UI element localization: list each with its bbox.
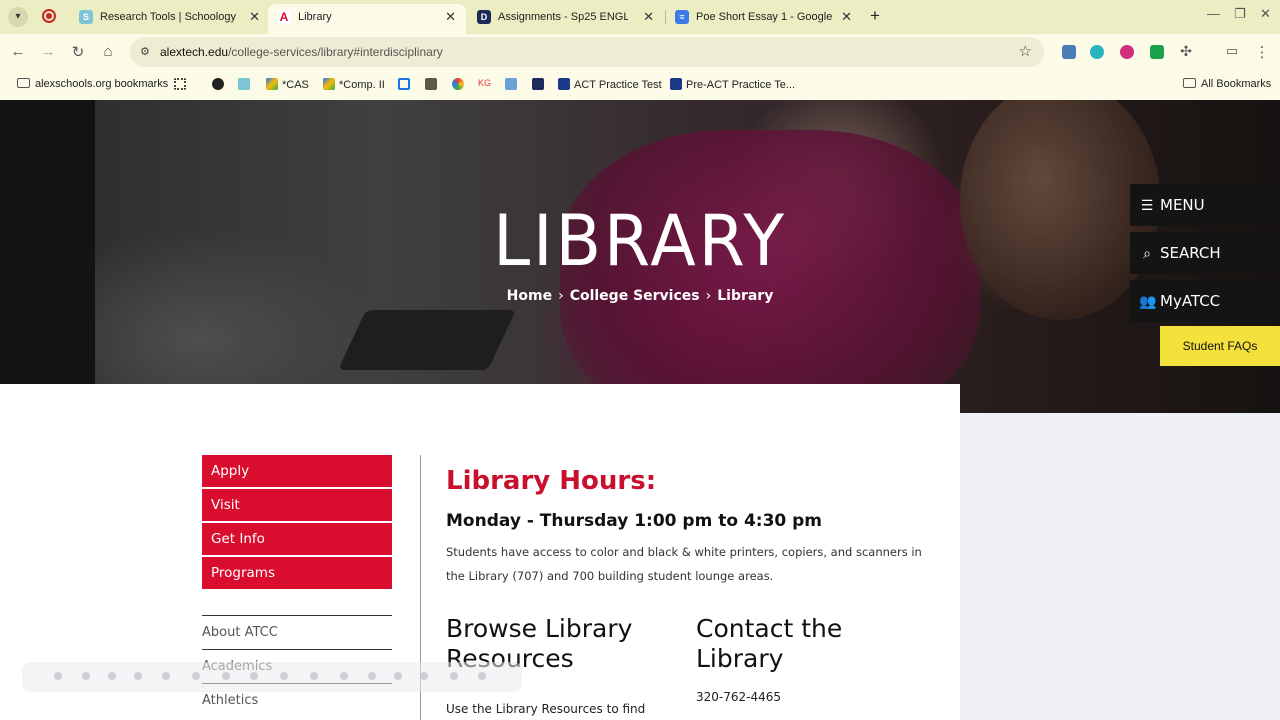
extensions-puzzle-icon[interactable]: ✣ <box>1176 43 1196 60</box>
page-title: LIBRARY <box>493 200 787 282</box>
tab-library[interactable]: A Library ✕ <box>268 4 466 34</box>
url-host: alextech.edu <box>160 45 229 59</box>
nav-about-atcc[interactable]: About ATCC <box>202 615 392 649</box>
extension-screencast-icon[interactable] <box>1120 45 1134 59</box>
browser-tab-bar: ▾ S Research Tools | Schoology ✕ A Libra… <box>0 0 1280 34</box>
minimize-icon[interactable]: — <box>1207 6 1220 21</box>
reload-icon[interactable]: ↻ <box>68 43 88 61</box>
tab-research-tools[interactable]: S Research Tools | Schoology ✕ <box>70 4 270 34</box>
address-bar[interactable]: ⚙ alextech.edu/college-services/library#… <box>130 37 1044 67</box>
home-icon[interactable]: ⌂ <box>98 43 118 60</box>
nav-visit[interactable]: Visit <box>202 489 392 521</box>
primary-cta-nav: Apply Visit Get Info Programs <box>202 455 392 591</box>
atcc-favicon-icon: A <box>277 10 291 24</box>
tn-icon <box>670 78 682 90</box>
bookmark-star-icon[interactable]: ☆ <box>1019 42 1032 60</box>
extension-p-icon[interactable] <box>1150 45 1164 59</box>
close-tab-icon[interactable]: ✕ <box>445 4 456 30</box>
forward-icon[interactable]: → <box>38 43 58 60</box>
library-hours-text: Monday - Thursday 1:00 pm to 4:30 pm <box>446 511 823 531</box>
hero-banner: LIBRARY Home › College Services › Library <box>0 100 1280 413</box>
close-tab-icon[interactable]: ✕ <box>841 4 852 30</box>
cast-icon[interactable]: ▭ <box>1222 43 1242 59</box>
drive-icon <box>323 78 335 90</box>
close-window-icon[interactable]: ✕ <box>1260 6 1271 22</box>
tab-search-chevron-icon[interactable]: ▾ <box>8 7 28 27</box>
bookmark-d2l-icon[interactable] <box>532 78 548 91</box>
library-hours-heading: Library Hours: <box>446 466 657 496</box>
breadcrumb-college-services[interactable]: College Services <box>570 288 700 304</box>
bookmark-schoology-icon[interactable] <box>238 78 254 91</box>
breadcrumb-home[interactable]: Home <box>507 288 552 304</box>
library-phone[interactable]: 320-762-4465 <box>696 690 781 704</box>
folder-icon <box>1183 78 1196 88</box>
apps-grid-icon[interactable] <box>174 78 190 91</box>
library-hours-description: Students have access to color and black … <box>446 545 922 583</box>
screen-recorder-toolbar[interactable] <box>22 662 522 692</box>
close-tab-icon[interactable]: ✕ <box>249 4 260 30</box>
breadcrumb-library: Library <box>717 288 774 304</box>
bookmark-photo-icon[interactable] <box>505 78 521 91</box>
google-docs-favicon-icon: ≡ <box>675 10 689 24</box>
search-icon: ⌕ <box>1143 246 1151 262</box>
extension-translate-icon[interactable] <box>1062 45 1076 59</box>
browse-resources-text: Use the Library Resources to find <box>446 702 646 716</box>
search-button[interactable]: ⌕ SEARCH <box>1130 232 1280 274</box>
bookmark-cas[interactable]: *CAS <box>266 78 309 91</box>
kebab-menu-icon[interactable]: ⋮ <box>1252 43 1272 61</box>
contact-library-heading: Contact the Library <box>696 614 843 673</box>
bookmarks-bar: alexschools.org bookmarks *CAS *Comp. II… <box>0 70 1280 100</box>
nav-get-info[interactable]: Get Info <box>202 523 392 555</box>
d2l-favicon-icon: D <box>477 10 491 24</box>
hamburger-icon: ☰ <box>1140 198 1154 214</box>
bookmark-globe-icon[interactable] <box>212 78 228 91</box>
nav-programs[interactable]: Programs <box>202 557 392 589</box>
tab-assignments[interactable]: D Assignments - Sp25 ENGL 142 ✕ <box>468 4 664 34</box>
back-icon[interactable]: ← <box>8 43 28 60</box>
browser-toolbar: ← → ↻ ⌂ ⚙ alextech.edu/college-services/… <box>0 34 1280 70</box>
close-tab-icon[interactable]: ✕ <box>643 4 654 30</box>
users-icon: 👥 <box>1139 294 1157 310</box>
tab-poe-essay[interactable]: ≡ Poe Short Essay 1 - Google Doc ✕ <box>666 4 862 34</box>
bookmark-folder-alexschools[interactable]: alexschools.org bookmarks <box>17 78 168 90</box>
bookmark-pre-act-practice[interactable]: Pre-ACT Practice Te... <box>670 78 795 91</box>
schoology-favicon-icon: S <box>79 10 93 24</box>
myatcc-button[interactable]: 👥 MyATCC <box>1130 280 1280 322</box>
restore-icon[interactable]: ❐ <box>1234 6 1246 22</box>
site-settings-icon[interactable]: ⚙ <box>140 45 150 58</box>
url-path: /college-services/library#interdisciplin… <box>228 45 443 59</box>
new-tab-button[interactable]: + <box>870 6 880 26</box>
extension-cloud-icon[interactable] <box>1090 45 1104 59</box>
tn-icon <box>558 78 570 90</box>
bookmark-image-icon[interactable] <box>425 78 441 91</box>
menu-button[interactable]: ☰ MENU <box>1130 184 1280 226</box>
recording-icon[interactable] <box>42 9 56 23</box>
breadcrumb: Home › College Services › Library <box>506 288 774 304</box>
nav-apply[interactable]: Apply <box>202 455 392 487</box>
student-faqs-button[interactable]: Student FAQs <box>1160 326 1280 366</box>
bookmark-comp-ii[interactable]: *Comp. II <box>323 78 385 91</box>
bookmark-calendar-icon[interactable] <box>398 78 414 91</box>
folder-icon <box>17 78 30 88</box>
all-bookmarks[interactable]: All Bookmarks <box>1183 78 1271 90</box>
bookmark-kg-icon[interactable]: KG <box>478 78 491 88</box>
drive-icon <box>266 78 278 90</box>
right-gutter <box>960 413 1280 720</box>
bookmark-pinwheel-icon[interactable] <box>452 78 468 91</box>
bookmark-act-practice[interactable]: ACT Practice Test <box>558 78 662 91</box>
